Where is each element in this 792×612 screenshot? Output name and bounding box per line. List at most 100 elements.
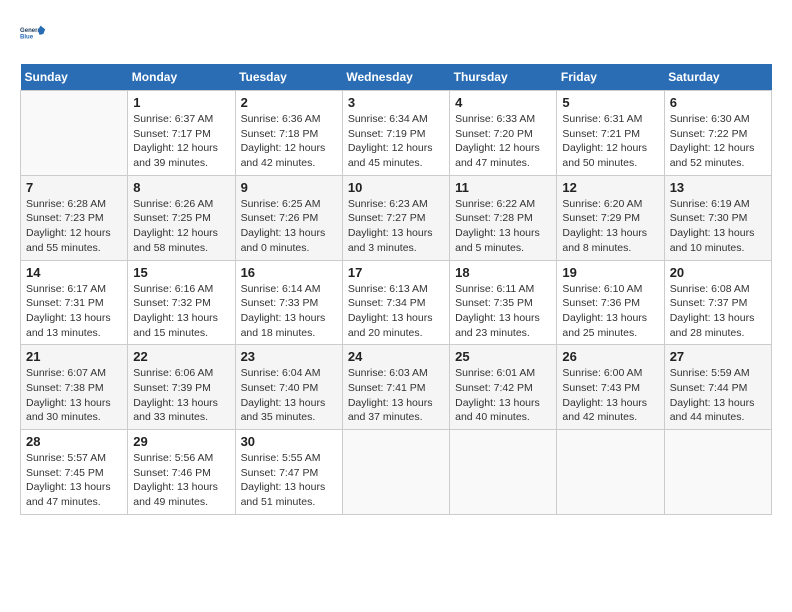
day-info: Sunrise: 5:56 AMSunset: 7:46 PMDaylight:…: [133, 451, 229, 510]
day-number: 25: [455, 349, 551, 364]
calendar-cell: 28 Sunrise: 5:57 AMSunset: 7:45 PMDayligh…: [21, 430, 128, 515]
svg-text:Blue: Blue: [20, 35, 34, 41]
day-number: 3: [348, 95, 444, 110]
calendar-week-row: 21 Sunrise: 6:07 AMSunset: 7:38 PMDayligh…: [21, 345, 772, 430]
calendar-cell: [664, 430, 771, 515]
day-number: 18: [455, 265, 551, 280]
day-info: Sunrise: 6:08 AMSunset: 7:37 PMDaylight:…: [670, 282, 766, 341]
day-number: 11: [455, 180, 551, 195]
calendar-cell: [557, 430, 664, 515]
day-number: 17: [348, 265, 444, 280]
day-number: 6: [670, 95, 766, 110]
logo-icon: GeneralBlue: [20, 20, 48, 48]
day-number: 21: [26, 349, 122, 364]
day-number: 14: [26, 265, 122, 280]
day-info: Sunrise: 6:20 AMSunset: 7:29 PMDaylight:…: [562, 197, 658, 256]
calendar-cell: 7 Sunrise: 6:28 AMSunset: 7:23 PMDaylight…: [21, 175, 128, 260]
calendar-cell: 13 Sunrise: 6:19 AMSunset: 7:30 PMDayligh…: [664, 175, 771, 260]
day-info: Sunrise: 5:55 AMSunset: 7:47 PMDaylight:…: [241, 451, 337, 510]
day-info: Sunrise: 6:07 AMSunset: 7:38 PMDaylight:…: [26, 366, 122, 425]
day-number: 28: [26, 434, 122, 449]
day-info: Sunrise: 5:57 AMSunset: 7:45 PMDaylight:…: [26, 451, 122, 510]
calendar-cell: 4 Sunrise: 6:33 AMSunset: 7:20 PMDaylight…: [450, 91, 557, 176]
day-info: Sunrise: 6:30 AMSunset: 7:22 PMDaylight:…: [670, 112, 766, 171]
day-number: 23: [241, 349, 337, 364]
day-number: 4: [455, 95, 551, 110]
day-number: 29: [133, 434, 229, 449]
calendar-cell: 14 Sunrise: 6:17 AMSunset: 7:31 PMDayligh…: [21, 260, 128, 345]
day-info: Sunrise: 6:22 AMSunset: 7:28 PMDaylight:…: [455, 197, 551, 256]
calendar-cell: 1 Sunrise: 6:37 AMSunset: 7:17 PMDaylight…: [128, 91, 235, 176]
calendar-cell: 27 Sunrise: 5:59 AMSunset: 7:44 PMDayligh…: [664, 345, 771, 430]
day-number: 12: [562, 180, 658, 195]
calendar-cell: 6 Sunrise: 6:30 AMSunset: 7:22 PMDaylight…: [664, 91, 771, 176]
day-info: Sunrise: 6:25 AMSunset: 7:26 PMDaylight:…: [241, 197, 337, 256]
calendar-cell: 30 Sunrise: 5:55 AMSunset: 7:47 PMDayligh…: [235, 430, 342, 515]
day-info: Sunrise: 6:17 AMSunset: 7:31 PMDaylight:…: [26, 282, 122, 341]
calendar-cell: 29 Sunrise: 5:56 AMSunset: 7:46 PMDayligh…: [128, 430, 235, 515]
day-info: Sunrise: 6:04 AMSunset: 7:40 PMDaylight:…: [241, 366, 337, 425]
page-header: GeneralBlue: [20, 20, 772, 48]
day-number: 27: [670, 349, 766, 364]
day-info: Sunrise: 6:36 AMSunset: 7:18 PMDaylight:…: [241, 112, 337, 171]
calendar-cell: 3Sunrise: 6:34 AMSunset: 7:19 PMDaylight…: [342, 91, 449, 176]
calendar-cell: 18 Sunrise: 6:11 AMSunset: 7:35 PMDayligh…: [450, 260, 557, 345]
day-number: 10: [348, 180, 444, 195]
day-number: 5: [562, 95, 658, 110]
day-info: Sunrise: 6:13 AMSunset: 7:34 PMDaylight:…: [348, 282, 444, 341]
calendar-cell: 20 Sunrise: 6:08 AMSunset: 7:37 PMDayligh…: [664, 260, 771, 345]
day-number: 19: [562, 265, 658, 280]
day-info: Sunrise: 6:10 AMSunset: 7:36 PMDaylight:…: [562, 282, 658, 341]
calendar-week-row: 14 Sunrise: 6:17 AMSunset: 7:31 PMDayligh…: [21, 260, 772, 345]
calendar-cell: 17 Sunrise: 6:13 AMSunset: 7:34 PMDayligh…: [342, 260, 449, 345]
calendar-cell: 25 Sunrise: 6:01 AMSunset: 7:42 PMDayligh…: [450, 345, 557, 430]
calendar-cell: 19 Sunrise: 6:10 AMSunset: 7:36 PMDayligh…: [557, 260, 664, 345]
calendar-table: SundayMondayTuesdayWednesdayThursdayFrid…: [20, 64, 772, 515]
calendar-cell: 15Sunrise: 6:16 AMSunset: 7:32 PMDayligh…: [128, 260, 235, 345]
day-info: Sunrise: 6:11 AMSunset: 7:35 PMDaylight:…: [455, 282, 551, 341]
calendar-cell: 21 Sunrise: 6:07 AMSunset: 7:38 PMDayligh…: [21, 345, 128, 430]
calendar-cell: 10 Sunrise: 6:23 AMSunset: 7:27 PMDayligh…: [342, 175, 449, 260]
calendar-cell: 22Sunrise: 6:06 AMSunset: 7:39 PMDayligh…: [128, 345, 235, 430]
calendar-cell: 24Sunrise: 6:03 AMSunset: 7:41 PMDayligh…: [342, 345, 449, 430]
day-info: Sunrise: 6:06 AMSunset: 7:39 PMDaylight:…: [133, 366, 229, 425]
calendar-cell: 9 Sunrise: 6:25 AMSunset: 7:26 PMDaylight…: [235, 175, 342, 260]
day-info: Sunrise: 6:01 AMSunset: 7:42 PMDaylight:…: [455, 366, 551, 425]
day-info: Sunrise: 6:00 AMSunset: 7:43 PMDaylight:…: [562, 366, 658, 425]
day-number: 2: [241, 95, 337, 110]
day-number: 20: [670, 265, 766, 280]
calendar-cell: [342, 430, 449, 515]
weekday-header: Sunday: [21, 64, 128, 91]
day-info: Sunrise: 6:23 AMSunset: 7:27 PMDaylight:…: [348, 197, 444, 256]
calendar-cell: 2 Sunrise: 6:36 AMSunset: 7:18 PMDaylight…: [235, 91, 342, 176]
day-number: 7: [26, 180, 122, 195]
day-number: 16: [241, 265, 337, 280]
weekday-header: Monday: [128, 64, 235, 91]
logo: GeneralBlue: [20, 20, 48, 48]
day-info: Sunrise: 6:26 AMSunset: 7:25 PMDaylight:…: [133, 197, 229, 256]
calendar-cell: 26Sunrise: 6:00 AMSunset: 7:43 PMDayligh…: [557, 345, 664, 430]
day-number: 9: [241, 180, 337, 195]
calendar-cell: 23 Sunrise: 6:04 AMSunset: 7:40 PMDayligh…: [235, 345, 342, 430]
day-info: Sunrise: 6:03 AMSunset: 7:41 PMDaylight:…: [348, 366, 444, 425]
calendar-cell: 5 Sunrise: 6:31 AMSunset: 7:21 PMDaylight…: [557, 91, 664, 176]
weekday-header: Friday: [557, 64, 664, 91]
day-info: Sunrise: 6:33 AMSunset: 7:20 PMDaylight:…: [455, 112, 551, 171]
day-info: Sunrise: 6:37 AMSunset: 7:17 PMDaylight:…: [133, 112, 229, 171]
day-info: Sunrise: 6:16 AMSunset: 7:32 PMDaylight:…: [133, 282, 229, 341]
calendar-cell: [450, 430, 557, 515]
day-number: 1: [133, 95, 229, 110]
day-info: Sunrise: 5:59 AMSunset: 7:44 PMDaylight:…: [670, 366, 766, 425]
calendar-cell: 12 Sunrise: 6:20 AMSunset: 7:29 PMDayligh…: [557, 175, 664, 260]
day-info: Sunrise: 6:28 AMSunset: 7:23 PMDaylight:…: [26, 197, 122, 256]
calendar-week-row: 1 Sunrise: 6:37 AMSunset: 7:17 PMDaylight…: [21, 91, 772, 176]
weekday-header: Saturday: [664, 64, 771, 91]
weekday-header: Wednesday: [342, 64, 449, 91]
weekday-header: Tuesday: [235, 64, 342, 91]
day-number: 13: [670, 180, 766, 195]
day-info: Sunrise: 6:31 AMSunset: 7:21 PMDaylight:…: [562, 112, 658, 171]
day-info: Sunrise: 6:19 AMSunset: 7:30 PMDaylight:…: [670, 197, 766, 256]
calendar-week-row: 7 Sunrise: 6:28 AMSunset: 7:23 PMDaylight…: [21, 175, 772, 260]
day-number: 30: [241, 434, 337, 449]
calendar-cell: 11 Sunrise: 6:22 AMSunset: 7:28 PMDayligh…: [450, 175, 557, 260]
